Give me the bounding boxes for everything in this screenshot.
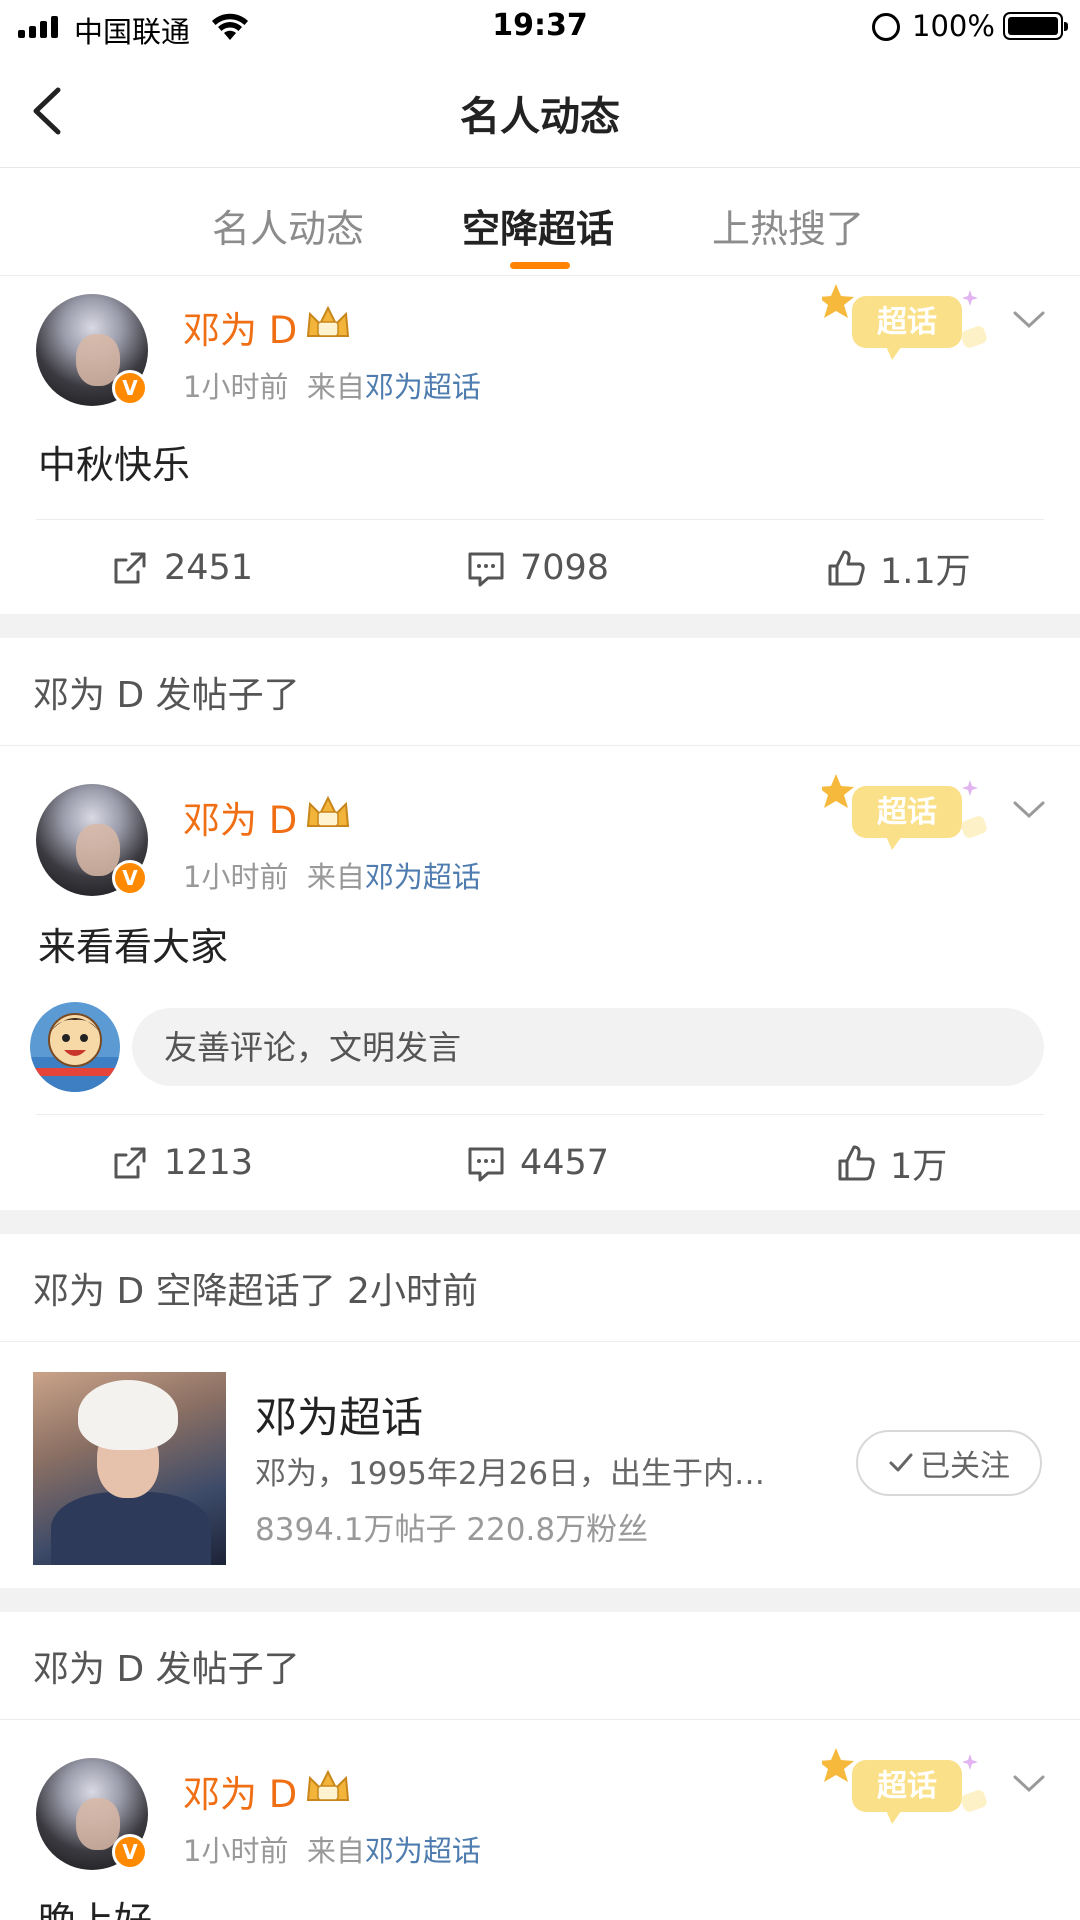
source-prefix: 来自 bbox=[306, 860, 365, 894]
super-topic-badge: 超话 bbox=[822, 1748, 987, 1824]
chevron-down-icon[interactable] bbox=[1012, 1774, 1046, 1794]
feed[interactable]: V 邓为 D 1小时前 来自邓为超话 超话 中秋快乐 2451 7098 1.1… bbox=[0, 276, 1080, 1920]
repost-count: 2451 bbox=[164, 548, 254, 588]
source-prefix: 来自 bbox=[306, 1834, 365, 1868]
comment-row bbox=[30, 1002, 1044, 1092]
follow-label: 已关注 bbox=[920, 1449, 1010, 1484]
like-button[interactable]: 1.1万 bbox=[826, 520, 971, 616]
user-name[interactable]: 邓为 D bbox=[183, 300, 297, 354]
crown-icon bbox=[306, 1769, 350, 1801]
post-meta: 1小时前 来自邓为超话 bbox=[183, 364, 481, 406]
badge-label: 超话 bbox=[877, 1769, 937, 1804]
source-link[interactable]: 邓为超话 bbox=[365, 370, 481, 404]
tab-airdrop-topic[interactable]: 空降超话 bbox=[462, 198, 614, 253]
comment-count: 4457 bbox=[520, 1143, 610, 1183]
my-avatar[interactable] bbox=[30, 1002, 120, 1092]
like-count: 1.1万 bbox=[880, 551, 971, 592]
post-text: 晚上好 bbox=[38, 1890, 152, 1920]
section-separator bbox=[0, 1588, 1080, 1612]
tab-celebrity-news[interactable]: 名人动态 bbox=[212, 198, 364, 253]
post-card[interactable]: V 邓为 D 1小时前 来自邓为超话 超话 晚上好 bbox=[0, 1720, 1080, 1920]
comment-count: 7098 bbox=[520, 548, 610, 588]
post-text: 中秋快乐 bbox=[38, 443, 191, 487]
crown-icon bbox=[306, 795, 350, 827]
repost-icon bbox=[114, 1147, 146, 1179]
topic-title[interactable]: 邓为超话 bbox=[255, 1384, 423, 1445]
tab-trending[interactable]: 上热搜了 bbox=[712, 198, 864, 253]
post-text: 来看看大家 bbox=[38, 925, 229, 969]
post-meta: 1小时前 来自邓为超话 bbox=[183, 1828, 481, 1870]
section-separator bbox=[0, 614, 1080, 638]
super-topic-card[interactable]: 邓为超话 邓为，1995年2月26日，出生于内… 8394.1万帖子 220.8… bbox=[0, 1342, 1080, 1588]
verified-icon: V bbox=[112, 1834, 148, 1870]
comment-button[interactable]: 7098 bbox=[466, 520, 609, 616]
source-link[interactable]: 邓为超话 bbox=[365, 860, 481, 894]
repost-button[interactable]: 2451 bbox=[110, 520, 253, 616]
chevron-down-icon[interactable] bbox=[1012, 310, 1046, 330]
like-icon bbox=[838, 1145, 875, 1181]
section-header: 邓为 D 发帖子了 bbox=[0, 1612, 1080, 1720]
badge-label: 超话 bbox=[877, 795, 937, 830]
orientation-lock-icon bbox=[872, 13, 900, 41]
comment-icon bbox=[468, 1147, 504, 1182]
user-name[interactable]: 邓为 D bbox=[183, 1764, 297, 1818]
post-meta: 1小时前 来自邓为超话 bbox=[183, 854, 481, 896]
repost-button[interactable]: 1213 bbox=[110, 1115, 253, 1211]
active-tab-indicator bbox=[510, 262, 570, 269]
topic-cover-image[interactable] bbox=[33, 1372, 226, 1565]
verified-icon: V bbox=[112, 370, 148, 406]
comment-icon bbox=[468, 552, 504, 587]
verified-icon: V bbox=[112, 860, 148, 896]
post-time: 1小时前 bbox=[183, 370, 289, 404]
page-title: 名人动态 bbox=[460, 94, 620, 140]
status-bar: 中国联通 19:37 100% bbox=[0, 0, 1080, 54]
user-name[interactable]: 邓为 D bbox=[183, 790, 297, 844]
crown-icon bbox=[306, 305, 350, 337]
section-header: 邓为 D 发帖子了 bbox=[0, 638, 1080, 746]
section-header: 邓为 D 空降超话了 2小时前 bbox=[0, 1234, 1080, 1342]
section-separator bbox=[0, 1210, 1080, 1234]
source-link[interactable]: 邓为超话 bbox=[365, 1834, 481, 1868]
post-time: 1小时前 bbox=[183, 860, 289, 894]
follow-button[interactable]: 已关注 bbox=[856, 1430, 1042, 1496]
chevron-down-icon[interactable] bbox=[1012, 800, 1046, 820]
source-prefix: 来自 bbox=[306, 370, 365, 404]
super-topic-badge: 超话 bbox=[822, 774, 987, 850]
repost-icon bbox=[114, 552, 146, 584]
cartoon-avatar-icon bbox=[30, 1013, 120, 1092]
checkmark-icon bbox=[889, 1453, 913, 1472]
topic-description: 邓为，1995年2月26日，出生于内… bbox=[255, 1456, 766, 1492]
like-icon bbox=[828, 550, 865, 586]
tab-bar: 名人动态 空降超话 上热搜了 bbox=[0, 168, 1080, 276]
comment-input[interactable] bbox=[132, 1008, 1044, 1086]
repost-count: 1213 bbox=[164, 1143, 254, 1183]
topic-stats: 8394.1万帖子 220.8万粉丝 bbox=[255, 1512, 649, 1548]
badge-label: 超话 bbox=[877, 305, 937, 340]
action-bar: 1213 4457 1万 bbox=[36, 1114, 1044, 1210]
post-card[interactable]: V 邓为 D 1小时前 来自邓为超话 超话 来看看大家 友善评论，文明发言 12… bbox=[0, 746, 1080, 1210]
like-button[interactable]: 1万 bbox=[836, 1115, 947, 1211]
battery-icon bbox=[1003, 12, 1068, 40]
comment-button[interactable]: 4457 bbox=[466, 1115, 609, 1211]
action-bar: 2451 7098 1.1万 bbox=[36, 519, 1044, 615]
post-time: 1小时前 bbox=[183, 1834, 289, 1868]
post-card[interactable]: V 邓为 D 1小时前 来自邓为超话 超话 中秋快乐 2451 7098 1.1… bbox=[0, 276, 1080, 614]
nav-bar: 名人动态 bbox=[0, 54, 1080, 168]
battery-percent: 100% bbox=[912, 9, 995, 43]
like-count: 1万 bbox=[890, 1146, 948, 1187]
super-topic-badge: 超话 bbox=[822, 284, 987, 360]
